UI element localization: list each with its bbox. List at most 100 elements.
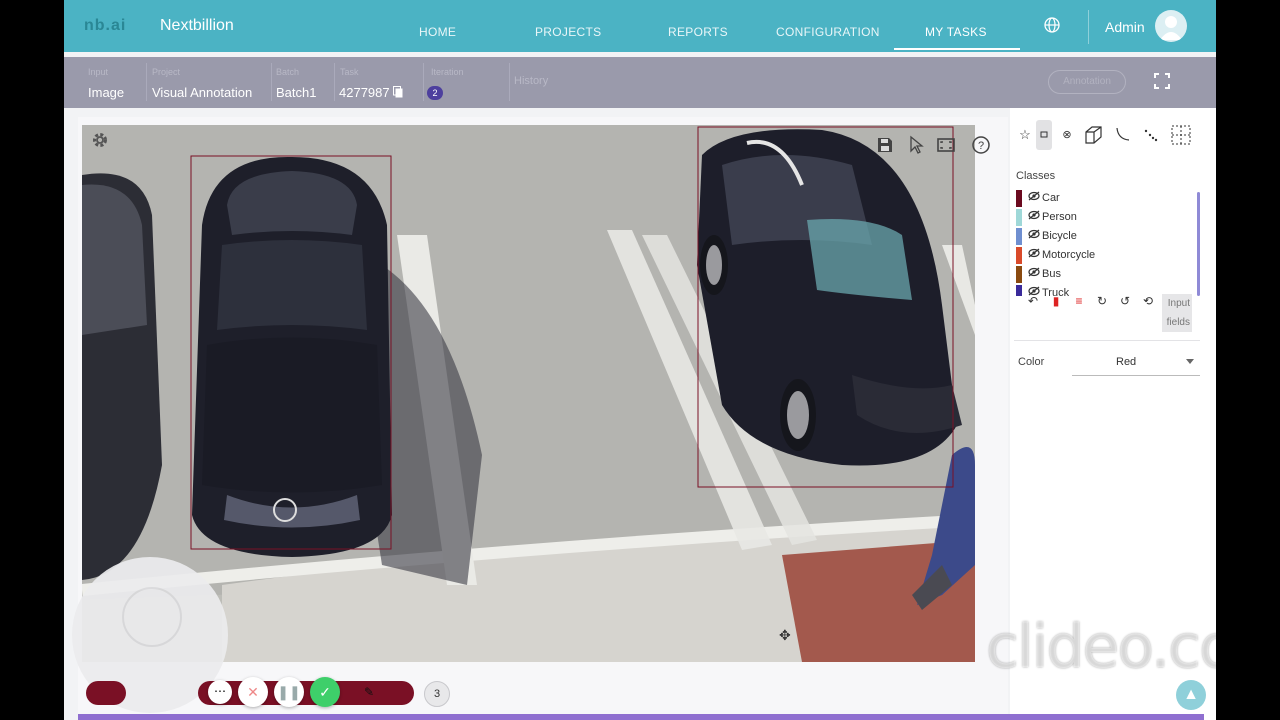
input-value: Image [88,85,125,100]
save-icon[interactable] [875,135,895,155]
class-action-row: ↶ ▮ ≡ ↻ ↺ ⟲ [1020,294,1170,312]
class-item-bus[interactable]: Bus [1014,264,1200,283]
rectangle-icon [1040,131,1048,138]
nav-home[interactable]: HOME [419,25,456,39]
input-fields-button[interactable]: Input fields [1162,294,1192,332]
pause-button[interactable]: ❚❚ [274,677,304,707]
logo: nb.ai [84,17,127,34]
task-info-bar: Input Image Project Visual Annotation Ba… [64,57,1216,108]
visibility-off-icon[interactable] [1028,267,1040,277]
user-name[interactable]: Admin [1105,19,1145,35]
scroll-top-button[interactable]: ▲ [1176,680,1206,710]
clear-all-icon[interactable]: ≡ [1072,294,1086,308]
class-item-person[interactable]: Person [1014,207,1200,226]
circle-icon[interactable]: ⊗ [1056,124,1078,146]
grid-icon[interactable] [1170,124,1192,146]
class-color-swatch [1016,266,1022,283]
status-pill[interactable]: Annotation [1048,70,1126,94]
batch-value: Batch1 [276,85,317,100]
project-value: Visual Annotation [152,85,253,100]
history-label[interactable]: History [514,75,548,87]
visibility-off-icon[interactable] [1028,210,1040,220]
nav-projects[interactable]: PROJECTS [535,25,601,39]
panel-divider [1014,340,1200,341]
class-item-bicycle[interactable]: Bicycle [1014,226,1200,245]
visibility-off-icon[interactable] [1028,229,1040,239]
settings-icon[interactable] [91,131,109,149]
top-navbar: nb.ai Nextbillion HOME PROJECTS REPORTS … [64,0,1216,52]
undo-icon[interactable]: ↶ [1026,294,1040,308]
iteration-badge: 2 [427,86,443,100]
class-item-motorcycle[interactable]: Motorcycle [1014,245,1200,264]
chevron-down-icon [1186,359,1194,364]
separator [271,63,272,101]
class-name: Motorcycle [1042,249,1096,261]
copy-icon[interactable] [393,86,403,98]
watermark: clideo.com [986,612,1216,682]
rectangle-tool[interactable] [1036,120,1052,150]
annotation-count-badge: 3 [424,681,450,707]
annotation-controls: ⋯ ✕ ❚❚ ✓ ✎ 3 [78,675,1008,715]
task-id-value: 4277987 [339,85,390,100]
class-color-swatch [1016,247,1022,264]
separator [509,63,510,101]
separator [334,63,335,101]
user-avatar[interactable] [1155,10,1187,42]
move-cursor-icon: ✥ [779,627,791,643]
color-select-value: Red [1116,356,1137,368]
globe-icon[interactable] [1044,17,1060,33]
task-label: Task [340,67,359,77]
cuboid-icon[interactable] [1082,124,1104,146]
parking-lot-image [82,125,975,662]
annotation-image[interactable] [82,125,975,662]
separator [423,63,424,101]
class-color-swatch [1016,209,1022,226]
class-color-swatch [1016,190,1022,207]
help-icon[interactable]: ? [971,135,991,155]
star-icon[interactable]: ☆ [1014,124,1036,146]
class-color-swatch [1016,228,1022,245]
user-icon [1160,16,1182,40]
edit-icon[interactable]: ✎ [364,685,374,699]
svg-text:?: ? [978,140,984,152]
redo-icon[interactable]: ↻ [1095,294,1109,308]
nav-divider [1088,10,1089,44]
class-chip[interactable] [86,681,126,705]
fit-screen-icon[interactable] [936,135,956,155]
class-name: Car [1042,192,1060,204]
iteration-label: Iteration [431,67,464,77]
points-icon[interactable] [1140,124,1162,146]
fullscreen-icon[interactable] [1154,73,1170,89]
visibility-off-icon[interactable] [1028,248,1040,258]
app-frame: nb.ai Nextbillion HOME PROJECTS REPORTS … [64,0,1216,720]
nav-configuration[interactable]: CONFIGURATION [776,25,880,39]
visibility-off-icon[interactable] [1028,191,1040,201]
class-item-car[interactable]: Car [1014,188,1200,207]
class-list-scrollbar[interactable] [1197,192,1200,296]
pointer-icon[interactable] [906,135,926,155]
class-list: Car Person Bicycle Motorcycle Bus Truck [1014,188,1200,296]
batch-label: Batch [276,67,300,77]
nav-my-tasks[interactable]: MY TASKS [925,25,987,39]
nav-reports[interactable]: REPORTS [668,25,728,39]
reject-button[interactable]: ✕ [238,677,268,707]
class-name: Bus [1042,268,1061,280]
separator [146,63,147,101]
active-tab-indicator [894,48,1020,50]
bottom-progress-strip [78,714,1204,720]
brand-name[interactable]: Nextbillion [160,17,234,35]
input-label: Input [88,67,109,77]
class-name: Bicycle [1042,230,1077,242]
color-label: Color [1018,356,1045,368]
delete-icon[interactable]: ▮ [1049,294,1063,308]
reset-icon[interactable]: ⟲ [1141,294,1155,308]
rotate-icon[interactable]: ↺ [1118,294,1132,308]
more-icon[interactable]: ⋯ [208,680,232,704]
class-name: Person [1042,211,1077,223]
annotation-workspace: ? ⋯ ✕ ❚❚ ✓ ✎ 3 [72,117,1008,720]
classes-title: Classes [1016,170,1056,182]
accept-button[interactable]: ✓ [310,677,340,707]
polyline-icon[interactable] [1112,124,1134,146]
project-label: Project [152,67,181,77]
color-select[interactable]: Red [1072,348,1200,376]
